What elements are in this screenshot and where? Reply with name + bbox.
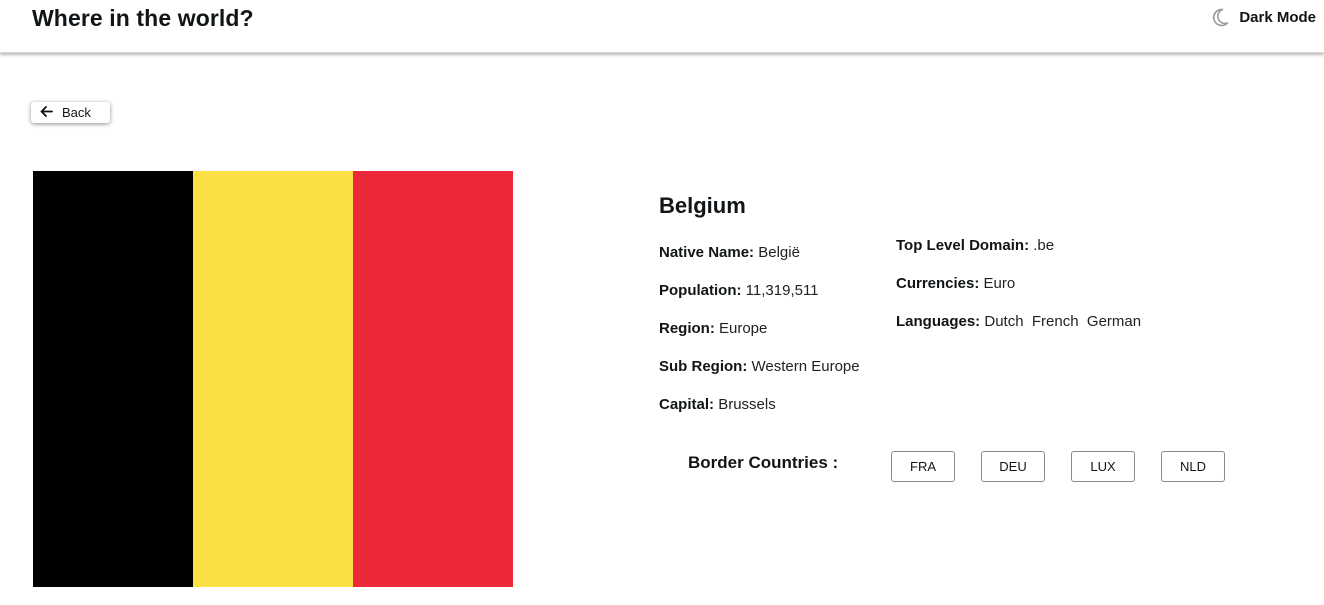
country-name: Belgium: [659, 193, 746, 218]
border-country-button[interactable]: LUX: [1071, 451, 1135, 482]
detail-population: Population: 11,319,511: [659, 282, 819, 299]
dark-mode-toggle[interactable]: Dark Mode: [1212, 8, 1316, 27]
arrow-left-icon: [40, 105, 53, 120]
border-country-button[interactable]: DEU: [981, 451, 1045, 482]
moon-icon: [1212, 8, 1229, 27]
border-countries-label: Border Countries :: [688, 453, 839, 472]
dark-mode-label: Dark Mode: [1239, 9, 1316, 26]
border-country-button[interactable]: NLD: [1161, 451, 1225, 482]
detail-region: Region: Europe: [659, 320, 768, 337]
flag-stripe-yellow: [193, 171, 353, 587]
border-country-button[interactable]: FRA: [891, 451, 955, 482]
detail-top-level-domain: Top Level Domain: .be: [896, 237, 1055, 254]
detail-languages: Languages: Dutch French German: [896, 313, 1142, 330]
detail-sub-region: Sub Region: Western Europe: [659, 358, 860, 375]
detail-capital: Capital: Brussels: [659, 396, 776, 413]
back-button[interactable]: Back: [31, 102, 110, 123]
site-title: Where in the world?: [32, 5, 254, 31]
app-header: Where in the world? Dark Mode: [0, 0, 1324, 53]
flag-stripe-red: [353, 171, 513, 587]
detail-currencies: Currencies: Euro: [896, 275, 1016, 292]
flag-stripe-black: [33, 171, 193, 587]
back-label: Back: [62, 105, 91, 120]
country-flag: [33, 171, 513, 587]
detail-native-name: Native Name: België: [659, 244, 800, 261]
